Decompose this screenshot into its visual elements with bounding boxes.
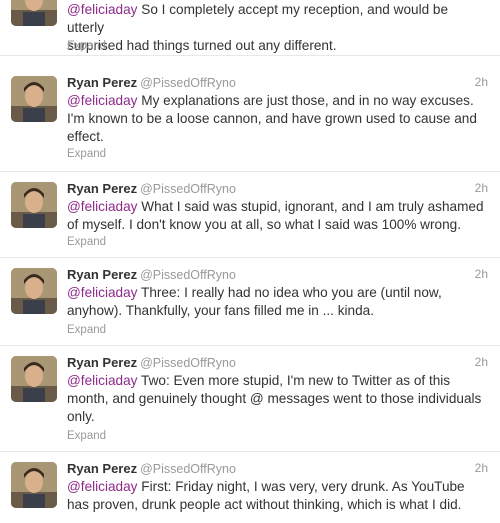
- tweet-header: Ryan Perez @PissedOffRyno 2h: [67, 355, 488, 373]
- expand-link[interactable]: Expand: [67, 430, 106, 442]
- tweet-item[interactable]: @feliciaday So I completely accept my re…: [0, 0, 500, 56]
- expand-link[interactable]: Expand: [67, 236, 106, 248]
- tweet-header: Ryan Perez @PissedOffRyno 2h: [67, 181, 488, 199]
- avatar[interactable]: [11, 182, 57, 228]
- expand-link[interactable]: Expand: [67, 148, 106, 160]
- username[interactable]: @PissedOffRyno: [140, 356, 236, 370]
- tweet-item[interactable]: Ryan Perez @PissedOffRyno 2h @feliciaday …: [0, 346, 500, 452]
- tweet-header: Ryan Perez @PissedOffRyno 2h: [67, 267, 488, 285]
- tweet-header: Ryan Perez @PissedOffRyno 2h: [67, 461, 488, 479]
- tweet-text: @feliciaday Two: Even more stupid, I'm n…: [67, 373, 482, 424]
- tweet-stream: @feliciaday So I completely accept my re…: [0, 0, 500, 523]
- mention-link[interactable]: @feliciaday: [67, 93, 137, 108]
- fullname[interactable]: Ryan Perez: [67, 181, 137, 196]
- tweet-item[interactable]: Ryan Perez @PissedOffRyno 2h @feliciaday …: [0, 66, 500, 172]
- fullname[interactable]: Ryan Perez: [67, 355, 137, 370]
- tweet-text: @feliciaday So I completely accept my re…: [67, 2, 449, 53]
- timestamp[interactable]: 2h: [475, 75, 488, 89]
- timestamp[interactable]: 2h: [475, 181, 488, 195]
- mention-link[interactable]: @feliciaday: [67, 479, 137, 494]
- username[interactable]: @PissedOffRyno: [140, 76, 236, 90]
- tweet-text: @feliciaday Three: I really had no idea …: [67, 285, 442, 318]
- timestamp[interactable]: 2h: [475, 461, 488, 475]
- username[interactable]: @PissedOffRyno: [140, 182, 236, 196]
- tweet-text: @feliciaday What I said was stupid, igno…: [67, 199, 484, 232]
- avatar[interactable]: [11, 76, 57, 122]
- username[interactable]: @PissedOffRyno: [140, 462, 236, 476]
- fullname[interactable]: Ryan Perez: [67, 75, 137, 90]
- tweet-header: Ryan Perez @PissedOffRyno 2h: [67, 75, 488, 93]
- avatar[interactable]: [11, 356, 57, 402]
- fullname[interactable]: Ryan Perez: [67, 461, 137, 476]
- fullname[interactable]: Ryan Perez: [67, 267, 137, 282]
- avatar[interactable]: [11, 268, 57, 314]
- timestamp[interactable]: 2h: [475, 355, 488, 369]
- mention-link[interactable]: @feliciaday: [67, 199, 137, 214]
- username[interactable]: @PissedOffRyno: [140, 268, 236, 282]
- tweet-text: @feliciaday My explanations are just tho…: [67, 93, 477, 144]
- tweet-item[interactable]: Ryan Perez @PissedOffRyno 2h @feliciaday …: [0, 172, 500, 258]
- avatar[interactable]: [11, 0, 57, 26]
- timestamp[interactable]: 2h: [475, 267, 488, 281]
- tweet-text: @feliciaday First: Friday night, I was v…: [67, 479, 465, 512]
- expand-link[interactable]: Expand: [67, 40, 106, 52]
- expand-link[interactable]: Expand: [67, 324, 106, 336]
- avatar[interactable]: [11, 462, 57, 508]
- mention-link[interactable]: @feliciaday: [67, 373, 137, 388]
- mention-link[interactable]: @feliciaday: [67, 285, 137, 300]
- mention-link[interactable]: @feliciaday: [67, 2, 137, 17]
- tweet-item[interactable]: Ryan Perez @PissedOffRyno 2h @feliciaday …: [0, 258, 500, 346]
- tweet-item[interactable]: Ryan Perez @PissedOffRyno 2h @feliciaday …: [0, 452, 500, 523]
